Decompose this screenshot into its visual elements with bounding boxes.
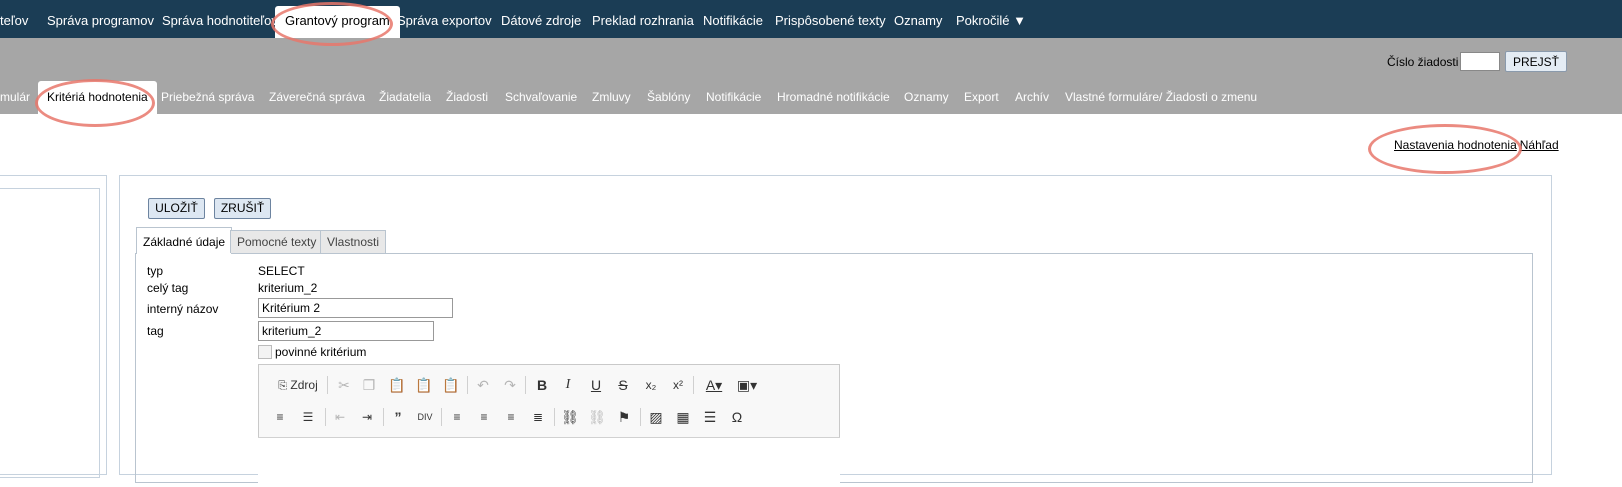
preview-link[interactable]: Náhľad <box>1520 138 1559 152</box>
top-nav-item-pokrocile[interactable]: Pokročilé ▼ <box>956 0 1026 38</box>
subscript-icon[interactable]: x₂ <box>641 375 661 395</box>
type-label: typ <box>147 264 164 278</box>
sub-nav-item-archiv[interactable]: Archív <box>1015 90 1049 104</box>
sub-nav-item-schvalovanie[interactable]: Schvaľovanie <box>505 90 577 104</box>
top-nav-item-datove-zdroje[interactable]: Dátové zdroje <box>501 0 581 38</box>
tab-pomocne-texty[interactable]: Pomocné texty <box>230 230 324 253</box>
unlink-icon[interactable]: ⛓ <box>588 407 606 427</box>
internal-name-input[interactable] <box>258 298 453 318</box>
source-icon: ⎘ <box>278 380 288 392</box>
internal-name-label: interný názov <box>147 302 219 316</box>
align-right-icon[interactable]: ≡ <box>502 407 520 427</box>
cancel-button[interactable]: ZRUŠIŤ <box>214 198 271 219</box>
superscript-icon[interactable]: x² <box>668 375 688 395</box>
sub-nav-item-sablony[interactable]: Šablóny <box>647 90 690 104</box>
sub-nav-item-kriteria-hodnotenia[interactable]: Kritériá hodnotenia <box>38 81 157 114</box>
rich-text-editor: ⎘ Zdroj ✂ ❐ 📋 📋 📋 ↶ ↷ B I U S x₂ x² A▾ ▣… <box>258 364 840 487</box>
fulltag-label: celý tag <box>147 281 189 295</box>
sub-nav-item-ziadatelia[interactable]: Žiadatelia <box>379 90 431 104</box>
right-links: Nastavenia hodnotenia Náhľad <box>1394 138 1559 152</box>
tag-label: tag <box>147 324 164 338</box>
indent-icon[interactable]: ⇥ <box>358 407 376 427</box>
link-icon[interactable]: ⛓ <box>561 407 579 427</box>
tab-zakladne-udaje[interactable]: Základné údaje <box>136 227 233 254</box>
strike-icon[interactable]: S <box>614 375 632 395</box>
sub-nav-item-notifikacie[interactable]: Notifikácie <box>706 90 761 104</box>
tab-vlastnosti[interactable]: Vlastnosti <box>320 230 387 253</box>
sub-nav-item-zaverecna-sprava[interactable]: Záverečná správa <box>269 90 365 104</box>
top-nav-item-hodnotitelov[interactable]: teľov <box>0 0 28 38</box>
top-nav-item-grantovy-program[interactable]: Grantový program <box>275 6 400 38</box>
table-icon[interactable]: ▦ <box>674 407 692 427</box>
sub-nav-item-priebezna-sprava[interactable]: Priebežná správa <box>161 90 254 104</box>
align-left-icon[interactable]: ≡ <box>448 407 466 427</box>
undo-icon[interactable]: ↶ <box>474 375 492 395</box>
paste-text-icon[interactable]: 📋 <box>415 375 433 395</box>
underline-icon[interactable]: U <box>587 375 605 395</box>
bold-icon[interactable]: B <box>533 375 551 395</box>
cut-icon[interactable]: ✂ <box>335 375 353 395</box>
sub-nav-item-vlastne-formulare[interactable]: Vlastné formuláre/ Žiadosti o zmenu <box>1065 90 1257 104</box>
paste-word-icon[interactable]: 📋 <box>442 375 460 395</box>
sub-nav-item-oznamy[interactable]: Oznamy <box>904 90 949 104</box>
top-nav-item-notifikacie[interactable]: Notifikácie <box>703 0 763 38</box>
outdent-icon[interactable]: ⇤ <box>331 407 349 427</box>
source-button[interactable]: ⎘ Zdroj <box>273 375 323 395</box>
special-char-icon[interactable]: Ω <box>728 407 746 427</box>
type-value: SELECT <box>258 264 305 278</box>
source-label: Zdroj <box>290 378 318 392</box>
top-nav: teľov Správa programov Správa hodnotiteľ… <box>0 0 1622 38</box>
go-button[interactable]: PREJSŤ <box>1505 51 1567 72</box>
anchor-icon[interactable]: ⚑ <box>615 407 633 427</box>
justify-icon[interactable]: ≣ <box>529 407 547 427</box>
numbered-list-icon[interactable]: ≡ <box>271 407 289 427</box>
required-checkbox[interactable] <box>258 345 272 359</box>
div-icon[interactable]: DIV <box>416 407 434 427</box>
top-nav-item-sprava-exportov[interactable]: Správa exportov <box>397 0 492 38</box>
top-nav-item-sprava-hodnotitelov[interactable]: Správa hodnotiteľov <box>162 0 278 38</box>
search-input[interactable] <box>1460 52 1500 71</box>
bg-color-icon[interactable]: ▣▾ <box>734 375 760 395</box>
image-icon[interactable]: ▨ <box>647 407 665 427</box>
top-nav-item-sprava-programov[interactable]: Správa programov <box>47 0 154 38</box>
sub-nav-item-ziadosti[interactable]: Žiadosti <box>446 90 488 104</box>
paste-icon[interactable]: 📋 <box>388 375 406 395</box>
search-label: Číslo žiadosti <box>1387 55 1459 69</box>
sub-nav-item-zmluvy[interactable]: Zmluvy <box>592 90 631 104</box>
fulltag-value: kriterium_2 <box>258 281 318 295</box>
tag-input[interactable] <box>258 321 434 341</box>
italic-icon[interactable]: I <box>559 375 577 395</box>
editor-content-area[interactable] <box>258 437 840 487</box>
sub-nav-item-formular[interactable]: mulár <box>0 90 30 104</box>
horizontal-line-icon[interactable]: ☰ <box>701 407 719 427</box>
text-color-icon[interactable]: A▾ <box>701 375 727 395</box>
left-panel <box>0 175 107 478</box>
save-button[interactable]: ULOŽIŤ <box>148 198 205 219</box>
redo-icon[interactable]: ↷ <box>501 375 519 395</box>
sub-nav-item-hromadne-notifikacie[interactable]: Hromadné notifikácie <box>777 90 890 104</box>
top-nav-item-preklad-rozhrania[interactable]: Preklad rozhrania <box>592 0 694 38</box>
top-nav-item-oznamy[interactable]: Oznamy <box>894 0 942 38</box>
top-nav-item-prisposobene-texty[interactable]: Prispôsobené texty <box>775 0 886 38</box>
required-label: povinné kritérium <box>275 345 367 359</box>
blockquote-icon[interactable]: ” <box>389 407 407 427</box>
bulleted-list-icon[interactable]: ☰ <box>299 407 317 427</box>
sub-nav-item-export[interactable]: Export <box>964 90 999 104</box>
settings-link[interactable]: Nastavenia hodnotenia <box>1394 138 1517 152</box>
copy-icon[interactable]: ❐ <box>360 375 378 395</box>
align-center-icon[interactable]: ≡ <box>475 407 493 427</box>
